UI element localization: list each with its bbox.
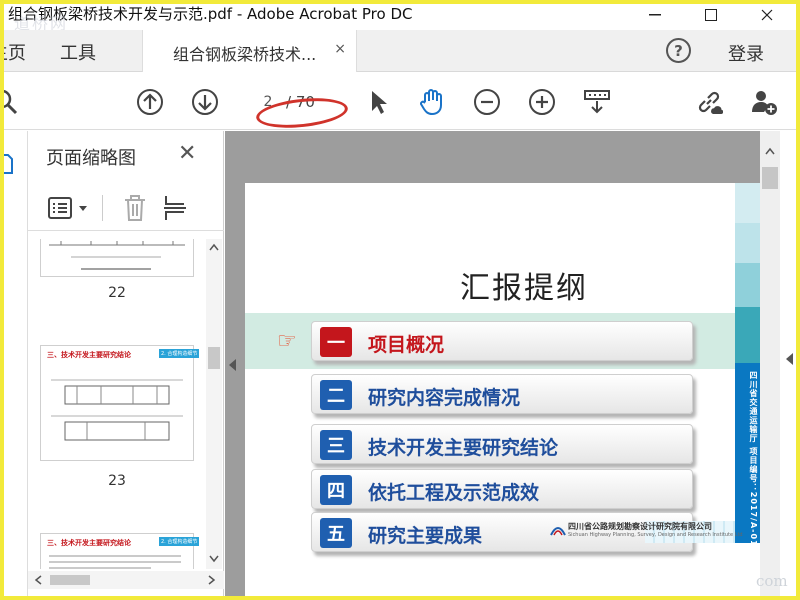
thumbnail-text-lines xyxy=(49,555,181,569)
link-cloud-icon[interactable] xyxy=(695,88,723,116)
thumbnail-scrollbar[interactable] xyxy=(206,239,222,569)
minimize-button[interactable] xyxy=(632,0,678,30)
chevron-right-icon[interactable] xyxy=(208,575,216,585)
outline-item-3: 三 技术开发主要研究结论 xyxy=(311,424,693,464)
thumbnail-hscrollbar[interactable] xyxy=(28,571,224,589)
thumbnail-number: 22 xyxy=(108,285,126,301)
bookmark-nav-icon[interactable] xyxy=(0,213,10,239)
select-arrow-icon[interactable] xyxy=(364,88,392,116)
thumbnail-page-23[interactable]: 三、技术开发主要研究结论 2. 合理构造细节 xyxy=(40,345,200,461)
tab-home[interactable]: 主页 xyxy=(0,39,26,65)
chevron-up-icon[interactable] xyxy=(209,243,219,251)
delete-icon[interactable] xyxy=(122,194,148,222)
page-extract-icon[interactable] xyxy=(162,194,188,222)
thumbnail-heading: 三、技术开发主要研究结论 xyxy=(47,351,131,359)
thumbnail-options-icon[interactable] xyxy=(48,197,72,219)
pointing-hand-icon: ☞ xyxy=(277,329,297,354)
minimize-icon xyxy=(649,14,661,16)
window-title: 组合钢板梁桥技术开发与示范.pdf - Adobe Acrobat Pro DC xyxy=(8,5,413,23)
expand-right-panel-icon[interactable] xyxy=(786,353,793,365)
outline-item-1: 一 项目概况 xyxy=(311,321,693,361)
company-name-en: Sichuan Highway Planning, Survey, Design… xyxy=(568,532,743,538)
close-window-button[interactable] xyxy=(744,0,790,30)
chevron-up-icon[interactable] xyxy=(765,147,775,155)
toolbar-divider xyxy=(102,195,103,221)
login-button[interactable]: 登录 xyxy=(728,40,764,66)
maximize-button[interactable] xyxy=(688,0,734,30)
chevron-down-icon[interactable] xyxy=(209,555,219,563)
thumbnails-panel: 页面缩略图 ✕ 22 三、技术开发主要研究结论 2. 合理构造细节 23 三、技… xyxy=(28,131,224,600)
footer-logo: 四川省公路规划勘察设计研究院有限公司 Sichuan Highway Plann… xyxy=(550,521,743,541)
outline-number: 五 xyxy=(320,518,352,548)
tab-document-label: 组合钢板梁桥技术... xyxy=(173,45,317,64)
previous-page-icon[interactable] xyxy=(136,88,164,116)
tab-tools[interactable]: 工具 xyxy=(60,39,96,65)
page-display-icon[interactable] xyxy=(583,88,611,116)
toolbar: / 70 xyxy=(0,72,800,132)
outline-text: 研究内容完成情况 xyxy=(368,387,521,409)
panel-close-icon[interactable]: ✕ xyxy=(178,141,196,166)
thumbnail-heading: 三、技术开发主要研究结论 xyxy=(47,539,131,547)
pdf-page: 汇报提纲 ☞ 一 项目概况 二 研究内容完成情况 三 技术开发主要研究结论 四 … xyxy=(245,183,760,600)
outline-number: 三 xyxy=(320,430,352,460)
chevron-left-icon[interactable] xyxy=(34,575,42,585)
watermark-bottom: com xyxy=(756,572,788,590)
tab-bar: 主页 工具 组合钢板梁桥技术... × ? 登录 xyxy=(0,30,800,72)
panel-toolbar xyxy=(28,181,224,231)
tab-document[interactable]: 组合钢板梁桥技术... × xyxy=(142,30,357,72)
help-icon[interactable]: ? xyxy=(666,38,691,63)
document-view[interactable]: 汇报提纲 ☞ 一 项目概况 二 研究内容完成情况 三 技术开发主要研究结论 四 … xyxy=(225,131,760,600)
right-panel-strip xyxy=(780,131,800,600)
title-bar: 组合钢板梁桥技术开发与示范.pdf - Adobe Acrobat Pro DC… xyxy=(0,0,800,33)
zoom-in-icon[interactable] xyxy=(528,88,556,116)
scrollbar-thumb[interactable] xyxy=(208,347,220,369)
thumbnail-drawing xyxy=(49,241,185,270)
company-logo-icon xyxy=(550,527,566,536)
thumbnail-list: 22 三、技术开发主要研究结论 2. 合理构造细节 23 三、技术开发主要研究结… xyxy=(28,239,206,569)
add-user-icon[interactable] xyxy=(750,88,778,116)
outline-item-2: 二 研究内容完成情况 xyxy=(311,374,693,414)
thumbnail-page-22[interactable] xyxy=(40,239,194,277)
thumbnail-drawing xyxy=(51,379,183,441)
outline-number: 一 xyxy=(320,327,352,357)
hand-tool-icon[interactable] xyxy=(418,88,446,116)
thumbnail-page-24[interactable]: 三、技术开发主要研究结论 2. 合理构造细节 xyxy=(40,533,200,569)
outline-item-4: 四 依托工程及示范成效 xyxy=(311,469,693,509)
next-page-icon[interactable] xyxy=(191,88,219,116)
close-icon xyxy=(761,9,773,21)
outline-number: 四 xyxy=(320,475,352,505)
thumbnail-badge: 2. 合理构造细节 xyxy=(159,349,200,358)
outline-text: 依托工程及示范成效 xyxy=(368,482,540,504)
search-icon[interactable] xyxy=(0,88,20,116)
company-name: 四川省公路规划勘察设计研究院有限公司 xyxy=(568,522,712,531)
outline-text: 项目概况 xyxy=(368,334,445,356)
panel-title: 页面缩略图 xyxy=(46,148,136,169)
outline-number: 二 xyxy=(320,380,352,410)
document-scrollbar[interactable] xyxy=(760,131,780,600)
outline-text: 技术开发主要研究结论 xyxy=(368,437,559,459)
tab-close-icon[interactable]: × xyxy=(334,41,346,57)
zoom-out-icon[interactable] xyxy=(473,88,501,116)
outline-text: 研究主要成果 xyxy=(368,525,483,547)
attachment-nav-icon[interactable] xyxy=(0,263,10,283)
thumbnail-badge: 2. 合理构造细节 xyxy=(159,537,200,546)
thumbnails-nav-icon[interactable] xyxy=(0,153,14,175)
hscrollbar-thumb[interactable] xyxy=(50,575,90,585)
slide-title: 汇报提纲 xyxy=(460,271,588,306)
navigation-strip xyxy=(0,131,28,600)
chevron-down-icon[interactable] xyxy=(78,205,88,213)
thumbnail-number: 23 xyxy=(108,473,126,489)
maximize-icon xyxy=(705,9,717,21)
collapse-panel-icon[interactable] xyxy=(229,359,236,371)
scrollbar-thumb[interactable] xyxy=(762,167,778,189)
side-text: 四川省交通运输厅 项目编号：2017/A-01 xyxy=(749,371,758,547)
